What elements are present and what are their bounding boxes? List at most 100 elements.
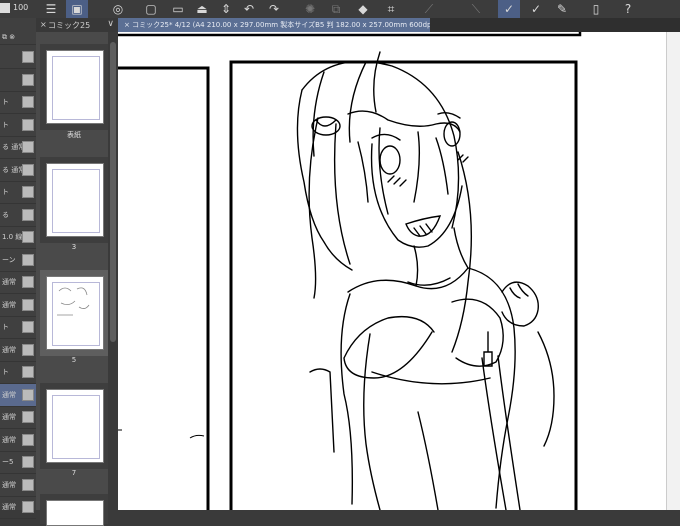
top-toolbar: 100 ☰ ▣ ◎ ▢ ▭ ⏏ ⇕ ↶ ↷ ✺ ⧉ ◆ ⌗ ⟋ ⟍ ✓ ✓ ✎ … bbox=[0, 0, 680, 19]
layer-thumbnail bbox=[22, 388, 34, 401]
page-thumbnail-cover[interactable] bbox=[40, 44, 108, 130]
page-manager-scrollbar[interactable] bbox=[108, 32, 118, 510]
layer-row[interactable]: る 通常 bbox=[0, 159, 36, 182]
layer-row[interactable] bbox=[0, 46, 36, 69]
device-icon[interactable]: ▯ bbox=[585, 0, 607, 18]
pencil-icon[interactable]: ✓ bbox=[498, 0, 520, 18]
layer-thumbnail bbox=[22, 411, 34, 423]
layer-row[interactable]: ト bbox=[0, 114, 36, 137]
layer-row-label: ト bbox=[2, 188, 9, 196]
page-paper bbox=[46, 500, 104, 526]
page-thumbnail-9[interactable] bbox=[40, 494, 108, 526]
layer-toolbar-icons[interactable]: ⧉ ⊗ bbox=[2, 33, 15, 42]
layer-thumbnail bbox=[22, 73, 34, 86]
page-thumbnail-3[interactable] bbox=[40, 157, 108, 243]
layer-row[interactable]: る 通常 bbox=[0, 136, 36, 159]
layer-thumbnail bbox=[22, 321, 34, 333]
menu-icon[interactable]: ☰ bbox=[40, 0, 62, 18]
fill-icon[interactable]: ◆ bbox=[352, 0, 374, 18]
page-label: 表紙 bbox=[67, 131, 81, 139]
layer-row[interactable]: 通常 bbox=[0, 271, 36, 294]
page-thumbnail-7[interactable] bbox=[40, 383, 108, 469]
layer-thumbnail bbox=[22, 51, 34, 63]
layer-icon[interactable]: ◎ bbox=[107, 0, 129, 18]
layer-thumbnail bbox=[22, 343, 34, 356]
undo-icon[interactable]: ↶ bbox=[238, 0, 260, 18]
new-file-icon[interactable]: ▢ bbox=[140, 0, 162, 18]
layer-row[interactable]: ト bbox=[0, 181, 36, 204]
layer-row[interactable]: ト bbox=[0, 316, 36, 339]
redo-icon[interactable]: ↷ bbox=[263, 0, 285, 18]
document-tab[interactable]: × コミック25* 4/12 (A4 210.00 x 297.00mm 製本サ… bbox=[118, 18, 430, 32]
print-icon[interactable]: ⇕ bbox=[215, 0, 237, 18]
correct-line-icon[interactable]: ⟋ bbox=[418, 0, 440, 18]
help-icon[interactable]: ? bbox=[617, 0, 639, 18]
layer-thumbnail bbox=[22, 478, 34, 491]
layer-row[interactable]: ト bbox=[0, 91, 36, 114]
layer-thumbnail bbox=[22, 253, 34, 266]
layer-row[interactable]: 通常 bbox=[0, 406, 36, 429]
page-sketch-preview bbox=[57, 287, 90, 316]
layer-thumbnail bbox=[22, 231, 34, 243]
layer-row-label: ト bbox=[2, 368, 9, 376]
pen-icon[interactable]: ⟍ bbox=[465, 0, 487, 18]
page-paper bbox=[46, 163, 104, 237]
layer-thumbnail bbox=[22, 118, 34, 131]
layer-row[interactable]: 通常 bbox=[0, 294, 36, 317]
canvas-icon[interactable]: ▣ bbox=[66, 0, 88, 18]
layer-row-label: ト bbox=[2, 323, 9, 331]
layer-thumbnail bbox=[22, 186, 34, 198]
layer-panel: ⧉ ⊗ トトる 通常る 通常トる 1.0 線ーン 通常 通常ト通常ト通常 通常 通常 ー5 通… bbox=[0, 18, 37, 519]
layer-thumbnail bbox=[22, 276, 34, 288]
layer-row-label: 通常 bbox=[2, 480, 16, 489]
page-manager-header: × コミック25 ∨ bbox=[36, 18, 118, 32]
open-folder-icon[interactable]: ▭ bbox=[167, 0, 189, 18]
layer-toolbar: ⧉ ⊗ bbox=[0, 32, 36, 45]
color-swatch[interactable] bbox=[0, 3, 10, 13]
page-frame bbox=[52, 395, 100, 459]
layer-row[interactable]: 通常 bbox=[0, 429, 36, 452]
page-label: 5 bbox=[71, 356, 77, 364]
save-icon[interactable]: ⏏ bbox=[191, 0, 213, 18]
layer-row[interactable]: 通常 bbox=[0, 383, 36, 407]
page-label: 3 bbox=[71, 243, 77, 251]
layer-thumbnail bbox=[22, 456, 34, 468]
loading-icon[interactable]: ✺ bbox=[299, 0, 321, 18]
pencil-icon[interactable]: ✓ bbox=[525, 0, 547, 18]
right-ruler bbox=[666, 32, 680, 510]
page-frame bbox=[52, 169, 100, 233]
layer-row-label: 通常 bbox=[2, 278, 16, 286]
layer-thumbnail bbox=[22, 298, 34, 311]
scrollbar-thumb[interactable] bbox=[110, 42, 116, 342]
layer-row[interactable]: 通常 bbox=[0, 474, 36, 497]
close-icon[interactable]: × bbox=[40, 20, 47, 29]
page-thumbnail-5[interactable] bbox=[40, 270, 108, 356]
layer-row[interactable]: 通常 bbox=[0, 339, 36, 362]
opacity-field[interactable]: 100 bbox=[13, 1, 35, 15]
layer-row[interactable]: 通常 bbox=[0, 496, 36, 519]
page-manager-title: コミック25 bbox=[48, 21, 91, 30]
layer-thumbnail bbox=[22, 96, 34, 108]
page-paper bbox=[46, 276, 104, 350]
layer-row-label: 通常 bbox=[2, 300, 16, 309]
layer-row[interactable]: る bbox=[0, 204, 36, 227]
layer-row-label: ーン bbox=[2, 255, 16, 264]
layer-row[interactable]: ー5 bbox=[0, 451, 36, 474]
pen-icon[interactable]: ✎ bbox=[551, 0, 573, 18]
layer-row[interactable] bbox=[0, 69, 36, 92]
layer-row[interactable]: 1.0 線 bbox=[0, 226, 36, 249]
copy-icon[interactable]: ⧉ bbox=[325, 0, 347, 18]
page-paper bbox=[46, 389, 104, 463]
layer-row-label: る bbox=[2, 210, 9, 219]
layer-row[interactable]: ーン bbox=[0, 249, 36, 272]
canvas-area[interactable] bbox=[118, 32, 680, 510]
layer-row[interactable]: ト bbox=[0, 361, 36, 384]
layer-row-label: 通常 bbox=[2, 503, 16, 511]
chevron-down-icon[interactable]: ∨ bbox=[107, 19, 114, 29]
layer-thumbnail bbox=[22, 366, 34, 378]
layer-row-label: 通常 bbox=[2, 345, 16, 354]
layer-thumbnail bbox=[22, 141, 34, 153]
crop-icon[interactable]: ⌗ bbox=[380, 0, 402, 18]
document-tab-bar: × コミック25* 4/12 (A4 210.00 x 297.00mm 製本サ… bbox=[118, 18, 680, 32]
layer-thumbnail bbox=[22, 163, 34, 176]
